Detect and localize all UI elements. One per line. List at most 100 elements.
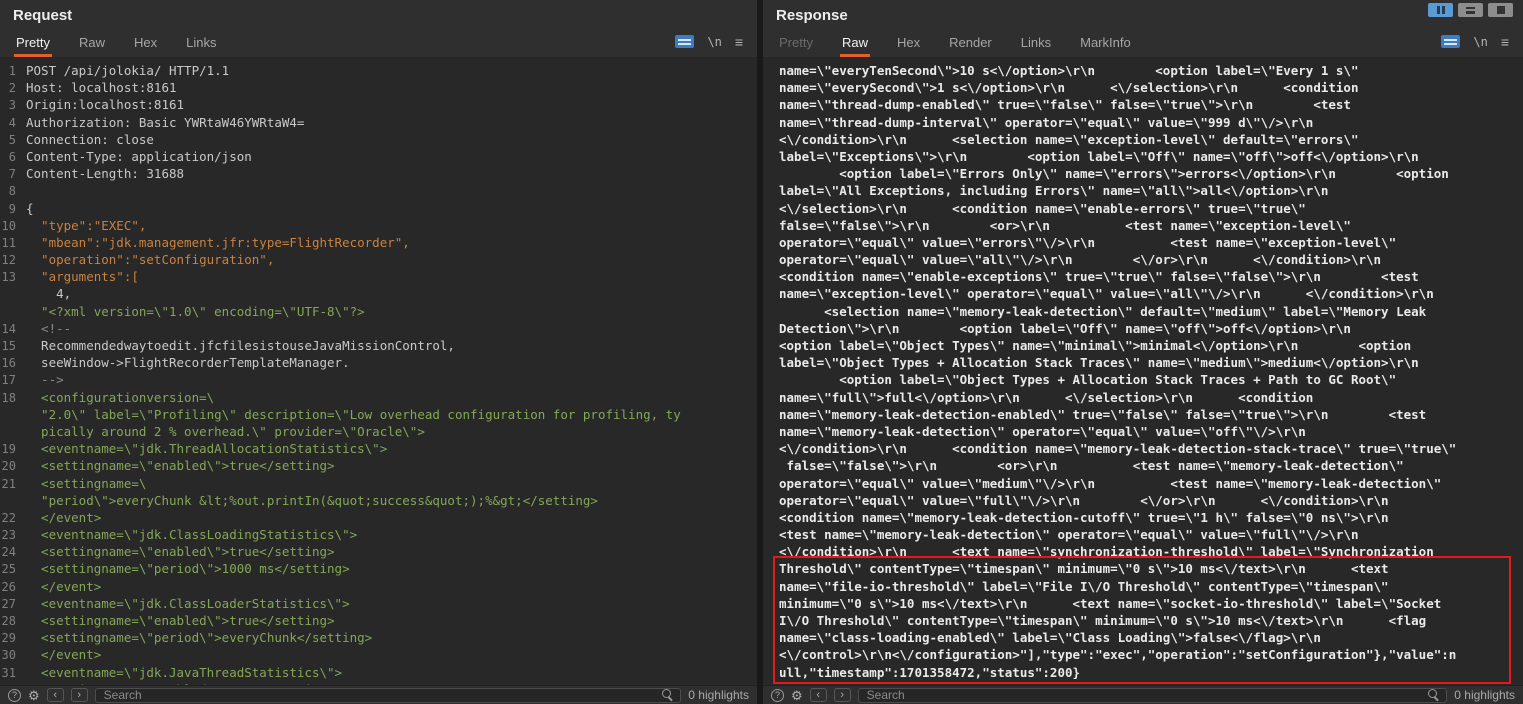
response-search-bar: ? ⚙ ‹ › 0 highlights <box>763 685 1523 704</box>
code-text: Content-Length: 31688 <box>26 166 184 181</box>
newline-chars-icon[interactable]: \n <box>1473 35 1487 49</box>
editor-menu-icon[interactable]: ≡ <box>735 34 743 50</box>
code-text: <condition name=\"memory-leak-detection-… <box>779 510 1389 525</box>
code-text: operator=\"equal\" value=\"medium\"\/>\r… <box>779 476 1441 491</box>
code-line: name=\"everyTenSecond\">10 s<\/option>\r… <box>763 62 1523 79</box>
search-icon[interactable] <box>662 689 674 701</box>
request-tab-links[interactable]: Links <box>184 30 218 57</box>
code-line: name=\"class-loading-enabled\" label=\"C… <box>763 629 1523 646</box>
layout-columns-button[interactable] <box>1428 3 1453 17</box>
code-line: <option label=\"Errors Only\" name=\"err… <box>763 165 1523 182</box>
line-number: 3 <box>0 97 26 114</box>
line-number: 15 <box>0 338 26 355</box>
code-line: 11 "mbean":"jdk.management.jfr:type=Flig… <box>0 234 757 251</box>
request-tab-hex[interactable]: Hex <box>132 30 159 57</box>
line-number: 20 <box>0 458 26 475</box>
code-text: name=\"memory-leak-detection\" operator=… <box>779 424 1306 439</box>
code-text: operator=\"equal\" value=\"errors\"\/>\r… <box>779 235 1396 250</box>
response-editor-toolbar: \n ≡ <box>1441 30 1509 57</box>
line-number: 7 <box>0 166 26 183</box>
layout-single-button[interactable] <box>1488 3 1513 17</box>
code-line: 24 <settingname=\"enabled\">true</settin… <box>0 543 757 560</box>
line-number: 18 <box>0 390 26 407</box>
code-text: <test name=\"memory-leak-detection\" ope… <box>779 527 1358 542</box>
response-search-input[interactable] <box>865 687 1429 703</box>
response-tab-links[interactable]: Links <box>1019 30 1053 57</box>
code-line: 9{ <box>0 200 757 217</box>
request-search-input[interactable] <box>102 687 663 703</box>
code-text: pically around 2 % overhead.\" provider=… <box>26 424 425 439</box>
code-line: 5Connection: close <box>0 131 757 148</box>
request-code-body: 1POST /api/jolokia/ HTTP/1.12Host: local… <box>0 62 757 685</box>
code-text: Detection\">\r\n <option label=\"Off\" n… <box>779 321 1351 336</box>
next-match-button[interactable]: › <box>834 688 851 702</box>
code-line: <\/condition>\r\n <text name=\"synchroni… <box>763 543 1523 560</box>
code-line: <option label=\"Object Types\" name=\"mi… <box>763 337 1523 354</box>
code-line: 8 <box>0 182 757 199</box>
code-text: "type":"EXEC", <box>26 218 146 233</box>
response-panel-header: Response <box>763 0 1523 30</box>
code-line: name=\"thread-dump-interval\" operator=\… <box>763 114 1523 131</box>
line-number: 16 <box>0 355 26 372</box>
request-panel-title: Request <box>13 7 72 24</box>
response-tab-render[interactable]: Render <box>947 30 994 57</box>
editor-menu-icon[interactable]: ≡ <box>1501 34 1509 50</box>
code-text: Authorization: Basic YWRtaW46YWRtaW4= <box>26 115 304 130</box>
layout-rows-button[interactable] <box>1458 3 1483 17</box>
response-editor[interactable]: name=\"everyTenSecond\">10 s<\/option>\r… <box>763 58 1523 685</box>
response-tab-hex[interactable]: Hex <box>895 30 922 57</box>
wrap-toggle-icon[interactable] <box>1441 35 1460 48</box>
request-tab-raw[interactable]: Raw <box>77 30 107 57</box>
line-number: 29 <box>0 630 26 647</box>
line-number: 24 <box>0 544 26 561</box>
help-icon[interactable]: ? <box>8 689 21 702</box>
wrap-toggle-icon[interactable] <box>675 35 694 48</box>
code-line: <\/condition>\r\n <condition name=\"memo… <box>763 440 1523 457</box>
code-text: Origin:localhost:8161 <box>26 97 184 112</box>
response-tab-pretty[interactable]: Pretty <box>777 30 815 57</box>
code-line: 16 seeWindow->FlightRecorderTemplateMana… <box>0 354 757 371</box>
prev-match-button[interactable]: ‹ <box>47 688 64 702</box>
settings-gear-icon[interactable]: ⚙ <box>791 689 803 702</box>
code-line: 3Origin:localhost:8161 <box>0 96 757 113</box>
code-line: 2Host: localhost:8161 <box>0 79 757 96</box>
response-tab-raw[interactable]: Raw <box>840 30 870 57</box>
request-editor[interactable]: 1POST /api/jolokia/ HTTP/1.12Host: local… <box>0 58 757 685</box>
code-line: 1POST /api/jolokia/ HTTP/1.1 <box>0 62 757 79</box>
request-panel: Request Pretty Raw Hex Links \n ≡ 1POST … <box>0 0 757 704</box>
search-icon[interactable] <box>1428 689 1440 701</box>
response-tab-markinfo[interactable]: MarkInfo <box>1078 30 1133 57</box>
code-line: operator=\"equal\" value=\"medium\"\/>\r… <box>763 475 1523 492</box>
next-match-button[interactable]: › <box>71 688 88 702</box>
code-text: operator=\"equal\" value=\"full\"\/>\r\n… <box>779 493 1389 508</box>
code-text: <option label=\"Object Types + Allocatio… <box>779 372 1396 387</box>
newline-chars-icon[interactable]: \n <box>707 35 721 49</box>
prev-match-button[interactable]: ‹ <box>810 688 827 702</box>
code-line: <\/condition>\r\n <selection name=\"exce… <box>763 131 1523 148</box>
code-text: </event> <box>26 579 101 594</box>
code-line: operator=\"equal\" value=\"errors\"\/>\r… <box>763 234 1523 251</box>
line-number: 19 <box>0 441 26 458</box>
code-line: 30 </event> <box>0 646 757 663</box>
line-number: 30 <box>0 647 26 664</box>
columns-icon <box>1442 6 1445 14</box>
request-tab-pretty[interactable]: Pretty <box>14 30 52 57</box>
code-line: "<?xml version=\"1.0\" encoding=\"UTF-8\… <box>0 303 757 320</box>
code-text: <eventname=\"jdk.ClassLoaderStatistics\"… <box>26 596 350 611</box>
code-text: label=\"Exceptions\">\r\n <option label=… <box>779 149 1419 164</box>
code-text: name=\"thread-dump-enabled\" true=\"fals… <box>779 97 1351 112</box>
line-number: 4 <box>0 115 26 132</box>
code-line: <condition name=\"memory-leak-detection-… <box>763 509 1523 526</box>
code-text: "operation":"setConfiguration", <box>26 252 274 267</box>
code-text: ull,"timestamp":1701358472,"status":200} <box>779 665 1080 680</box>
line-number: 9 <box>0 201 26 218</box>
code-line: operator=\"equal\" value=\"all\"\/>\r\n … <box>763 251 1523 268</box>
code-line: name=\"memory-leak-detection\" operator=… <box>763 423 1523 440</box>
help-icon[interactable]: ? <box>771 689 784 702</box>
code-text: <\/condition>\r\n <condition name=\"memo… <box>779 441 1456 456</box>
settings-gear-icon[interactable]: ⚙ <box>28 689 40 702</box>
code-text: </event> <box>26 510 101 525</box>
code-text: <\/selection>\r\n <condition name=\"enab… <box>779 201 1306 216</box>
code-text: <eventname=\"jdk.ClassLoadingStatistics\… <box>26 527 357 542</box>
code-line: 26 </event> <box>0 578 757 595</box>
